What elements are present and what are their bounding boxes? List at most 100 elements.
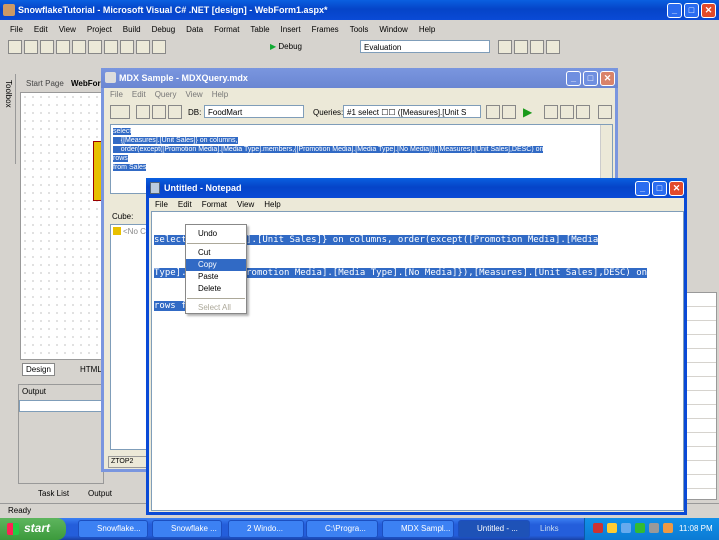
solution-combo[interactable]: Evaluation bbox=[360, 40, 490, 53]
tray-icon[interactable] bbox=[593, 523, 603, 533]
notepad-menu-edit[interactable]: Edit bbox=[178, 200, 192, 209]
mdx-menu-help[interactable]: Help bbox=[212, 90, 228, 99]
vs-menu-edit[interactable]: Edit bbox=[34, 25, 48, 34]
minimize-icon[interactable]: _ bbox=[667, 3, 682, 18]
tab-html[interactable]: HTML bbox=[80, 365, 102, 374]
cut-icon[interactable] bbox=[72, 40, 86, 54]
mdx-menu-file[interactable]: File bbox=[110, 90, 123, 99]
tray-icon[interactable] bbox=[663, 523, 673, 533]
save-query-icon[interactable] bbox=[168, 105, 182, 119]
links-toolbar[interactable]: Links bbox=[540, 524, 559, 533]
paste-icon[interactable] bbox=[104, 40, 118, 54]
mdx-menu-view[interactable]: View bbox=[185, 90, 202, 99]
vs-menu-help[interactable]: Help bbox=[419, 25, 435, 34]
cube-tree-item: <No C bbox=[123, 227, 146, 236]
vs-menu-build[interactable]: Build bbox=[123, 25, 141, 34]
vs-titlebar[interactable]: SnowflakeTutorial - Microsoft Visual C# … bbox=[0, 0, 719, 20]
vs-menu-view[interactable]: View bbox=[59, 25, 76, 34]
tab-start-page[interactable]: Start Page bbox=[26, 79, 64, 88]
new-project-icon[interactable] bbox=[8, 40, 22, 54]
save-all-icon[interactable] bbox=[56, 40, 70, 54]
run-query-icon[interactable]: ▶ bbox=[523, 105, 532, 119]
vs-menu-frames[interactable]: Frames bbox=[312, 25, 339, 34]
tray-icon[interactable] bbox=[621, 523, 631, 533]
task-button[interactable]: Untitled - ... bbox=[458, 520, 530, 538]
vs-menu-data[interactable]: Data bbox=[186, 25, 203, 34]
vs-menu-window[interactable]: Window bbox=[379, 25, 407, 34]
vs-menu-table[interactable]: Table bbox=[250, 25, 269, 34]
task-button[interactable]: MDX Sampl... bbox=[382, 520, 454, 538]
notepad-minimize-icon[interactable]: _ bbox=[635, 181, 650, 196]
save-query-icon-2[interactable] bbox=[486, 105, 500, 119]
notepad-menu-help[interactable]: Help bbox=[264, 200, 280, 209]
new-query-icon[interactable] bbox=[136, 105, 150, 119]
task-button[interactable]: C:\Progra... bbox=[306, 520, 378, 538]
output-title: Output bbox=[22, 387, 47, 396]
refresh-icon[interactable] bbox=[598, 105, 612, 119]
ctx-delete[interactable]: Delete bbox=[186, 283, 246, 295]
delete-query-icon[interactable] bbox=[502, 105, 516, 119]
grid-icon[interactable] bbox=[544, 105, 558, 119]
vs-menu-format[interactable]: Format bbox=[214, 25, 239, 34]
task-button[interactable]: 2 Windo... bbox=[228, 520, 304, 538]
vs-menu-insert[interactable]: Insert bbox=[281, 25, 301, 34]
open-query-icon[interactable] bbox=[152, 105, 166, 119]
design-surface[interactable] bbox=[20, 92, 103, 360]
ctx-copy[interactable]: Copy bbox=[186, 259, 246, 271]
navigate-icon[interactable] bbox=[152, 40, 166, 54]
open-icon[interactable] bbox=[24, 40, 38, 54]
ctx-cut[interactable]: Cut bbox=[186, 247, 246, 259]
mdx-menu-query[interactable]: Query bbox=[155, 90, 177, 99]
notepad-maximize-icon[interactable]: □ bbox=[652, 181, 667, 196]
vs-menu-project[interactable]: Project bbox=[87, 25, 112, 34]
tray-icon[interactable] bbox=[649, 523, 659, 533]
mdx-menu-edit[interactable]: Edit bbox=[132, 90, 146, 99]
save-icon[interactable] bbox=[40, 40, 54, 54]
ctx-paste[interactable]: Paste bbox=[186, 271, 246, 283]
mdx-close-icon[interactable]: ✕ bbox=[600, 71, 615, 86]
undo-icon[interactable] bbox=[120, 40, 134, 54]
start-button[interactable]: start bbox=[0, 518, 66, 540]
output-combo[interactable] bbox=[19, 400, 103, 412]
toolbox-strip[interactable]: Toolbox bbox=[0, 74, 16, 164]
notepad-menu-format[interactable]: Format bbox=[202, 200, 227, 209]
tab-design[interactable]: Design bbox=[22, 363, 55, 376]
vs-menu-debug[interactable]: Debug bbox=[152, 25, 176, 34]
query-line: order(except([Promotion Media].[Media Ty… bbox=[113, 146, 544, 153]
db-combo[interactable]: FoodMart bbox=[204, 105, 304, 118]
tray-icon[interactable] bbox=[607, 523, 617, 533]
connect-icon[interactable] bbox=[110, 105, 130, 119]
notepad-menu-file[interactable]: File bbox=[155, 200, 168, 209]
config-combo[interactable]: ▶ Debug bbox=[268, 40, 338, 53]
grid3-icon[interactable] bbox=[576, 105, 590, 119]
tab-task-list[interactable]: Task List bbox=[38, 489, 69, 498]
vs-menubar: File Edit View Project Build Debug Data … bbox=[10, 25, 435, 34]
solution-explorer-icon[interactable] bbox=[498, 40, 512, 54]
mdx-minimize-icon[interactable]: _ bbox=[566, 71, 581, 86]
vs-menu-tools[interactable]: Tools bbox=[350, 25, 369, 34]
close-icon[interactable]: ✕ bbox=[701, 3, 716, 18]
queries-combo[interactable]: #1 select ☐☐ ([Measures].[Unit S bbox=[343, 105, 481, 118]
mdx-titlebar[interactable]: MDX Sample - MDXQuery.mdx _ □ ✕ bbox=[101, 68, 618, 88]
task-button[interactable]: Snowflake... bbox=[78, 520, 148, 538]
notepad-titlebar[interactable]: Untitled - Notepad _ □ ✕ bbox=[146, 178, 687, 198]
notepad-menu-view[interactable]: View bbox=[237, 200, 254, 209]
copy-icon[interactable] bbox=[88, 40, 102, 54]
notepad-close-icon[interactable]: ✕ bbox=[669, 181, 684, 196]
vs-menu-file[interactable]: File bbox=[10, 25, 23, 34]
task-button[interactable]: Snowflake ... bbox=[152, 520, 222, 538]
redo-icon[interactable] bbox=[136, 40, 150, 54]
clock[interactable]: 11:08 PM bbox=[679, 524, 713, 533]
class-view-icon[interactable] bbox=[546, 40, 560, 54]
grid2-icon[interactable] bbox=[560, 105, 574, 119]
cube-tree[interactable]: <No C bbox=[110, 224, 150, 450]
properties-icon[interactable] bbox=[514, 40, 528, 54]
query-line: select bbox=[113, 128, 132, 135]
ctx-undo[interactable]: Undo bbox=[186, 228, 246, 240]
tray-icon[interactable] bbox=[635, 523, 645, 533]
maximize-icon[interactable]: □ bbox=[684, 3, 699, 18]
mdx-maximize-icon[interactable]: □ bbox=[583, 71, 598, 86]
toolbox-icon[interactable] bbox=[530, 40, 544, 54]
ctx-select-all[interactable]: Select All bbox=[186, 302, 246, 314]
tab-output[interactable]: Output bbox=[88, 489, 112, 498]
